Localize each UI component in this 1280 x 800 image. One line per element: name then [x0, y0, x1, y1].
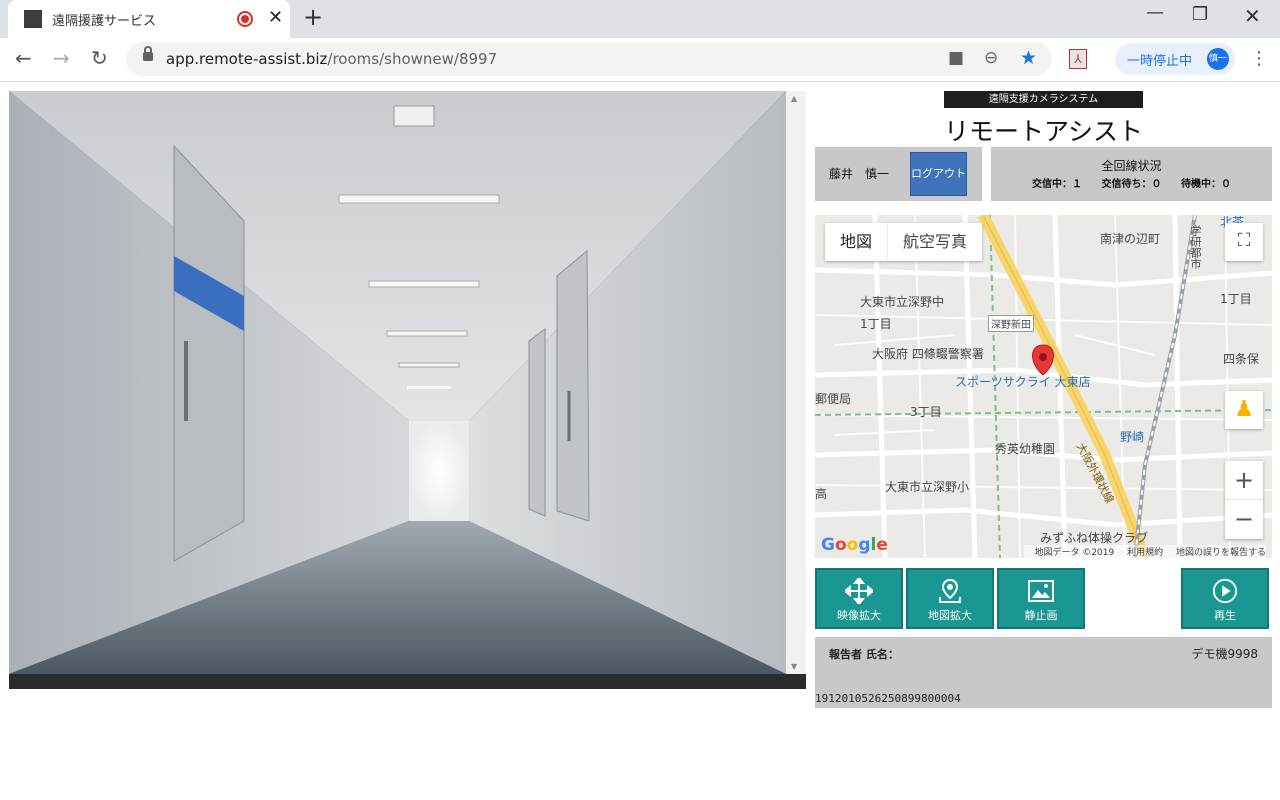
video-scrollbar[interactable]: ▲ ▼ [786, 91, 806, 674]
map-type-switch: 地図 航空写真 [825, 223, 983, 261]
recording-icon [237, 11, 253, 27]
image-icon [1028, 580, 1054, 602]
map-label: 郵便局 [815, 392, 852, 406]
map-label: 大東市立深野小 [885, 480, 970, 494]
map-label: スポーツサクライ 大東店 [955, 375, 1091, 389]
logout-button[interactable]: ログアウト [910, 152, 967, 196]
google-logo: Google [821, 535, 888, 555]
browser-menu-icon[interactable]: ⋮ [1250, 48, 1268, 69]
close-tab-icon[interactable]: ✕ [268, 7, 283, 28]
app-title: リモートアシスト [943, 117, 1143, 146]
session-id: 1912010526250899800004 [815, 692, 961, 705]
map-label: 学研都市 [1189, 225, 1202, 269]
map-zoom-button[interactable]: 地図拡大 [906, 568, 994, 629]
play-button[interactable]: 再生 [1181, 568, 1269, 629]
device-name: デモ機9998 [1191, 647, 1258, 661]
pegman-icon[interactable]: ♟ [1225, 391, 1263, 429]
map-terms-link[interactable]: 利用規約 [1127, 548, 1163, 558]
map-label: 高 [815, 487, 828, 501]
browser-tabstrip: 遠隔援護サービス ✕ + — ❐ ✕ [0, 0, 1280, 38]
google-map[interactable]: 地図 航空写真 南津の辺町 学研都市 北茶 大東市立深野中 1丁目 1丁目 深野… [815, 215, 1272, 558]
play-label: 再生 [1214, 609, 1236, 622]
line-status-stats: 交信中：１ 交信待ち：０ 待機中：０ [991, 175, 1272, 190]
map-label: 秀英幼稚園 [995, 442, 1056, 456]
video-zoom-label: 映像拡大 [837, 609, 881, 622]
map-label: 1丁目 [1220, 292, 1252, 306]
forward-icon[interactable]: → [53, 46, 70, 70]
paused-label: 一時停止中 [1127, 54, 1193, 69]
map-attribution: 地図データ ©2019 利用規約 地図の誤りを報告する [1024, 545, 1266, 558]
map-label: 3丁目 [910, 405, 942, 419]
tab-title: 遠隔援護サービス [52, 14, 157, 29]
move-arrows-icon [845, 578, 873, 604]
map-label: 1丁目 [860, 317, 892, 331]
map-label: 南津の辺町 [1100, 232, 1161, 246]
still-image-button[interactable]: 静止画 [997, 568, 1085, 629]
video-zoom-button[interactable]: 映像拡大 [815, 568, 903, 629]
camera-icon[interactable]: ■ [948, 48, 964, 68]
map-label: 野崎 [1120, 430, 1145, 444]
browser-tab[interactable]: 遠隔援護サービス ✕ [8, 0, 290, 38]
new-tab-icon[interactable]: + [303, 3, 323, 31]
play-icon [1212, 578, 1238, 604]
url-text[interactable]: app.remote-assist.biz/rooms/shownew/8997 [166, 50, 497, 68]
browser-toolbar: ← → ↻ app.remote-assist.biz/rooms/showne… [0, 38, 1280, 82]
url-path: /rooms/shownew/8997 [327, 50, 498, 68]
map-zoom-control: + − [1225, 461, 1263, 539]
fullscreen-icon[interactable]: ⛶ [1225, 223, 1263, 261]
map-data-credit: 地図データ ©2019 [1034, 548, 1115, 558]
back-icon[interactable]: ← [15, 46, 32, 70]
map-report-link[interactable]: 地図の誤りを報告する [1176, 548, 1266, 558]
camera-video[interactable] [9, 91, 786, 674]
map-type-satellite[interactable]: 航空写真 [887, 223, 982, 261]
pdf-extension-icon[interactable]: ⅄ [1069, 49, 1087, 69]
zoom-in-icon[interactable]: + [1225, 461, 1263, 500]
line-status-box: 全回線状況 交信中：１ 交信待ち：０ 待機中：０ [991, 147, 1272, 201]
action-buttons: 映像拡大 地図拡大 静止画 再生 [815, 568, 1272, 630]
minimize-icon[interactable]: — [1146, 2, 1164, 23]
in-call-count: 交信中：１ [1032, 179, 1083, 190]
line-status-title: 全回線状況 [1101, 159, 1162, 173]
reporter-panel: 報告者 氏名： デモ機9998 1912010526250899800004 [815, 637, 1272, 708]
bookmark-star-icon[interactable]: ★ [1020, 47, 1037, 69]
map-type-map[interactable]: 地図 [825, 223, 887, 261]
reload-icon[interactable]: ↻ [91, 46, 108, 70]
map-label: 大東市立深野中 [860, 295, 945, 309]
sync-paused-button[interactable]: 一時停止中 慎一 [1115, 43, 1235, 75]
reporter-name-label: 報告者 氏名： [829, 648, 899, 661]
window-close-icon[interactable]: ✕ [1244, 4, 1261, 28]
user-name: 藤井 慎一 [829, 167, 890, 181]
user-box: 藤井 慎一 ログアウト [815, 147, 982, 201]
map-pin-icon [939, 578, 961, 603]
scroll-up-icon[interactable]: ▲ [791, 94, 797, 103]
waiting-count: 交信待ち：０ [1101, 179, 1162, 190]
corridor-video-frame [9, 91, 786, 674]
zoom-icon[interactable]: ⊖ [984, 48, 998, 68]
favicon-icon [24, 10, 42, 28]
map-label: 大阪府 四條畷警察署 [872, 347, 984, 361]
scroll-down-icon[interactable]: ▼ [791, 662, 797, 671]
still-image-label: 静止画 [1024, 609, 1058, 622]
url-host: app.remote-assist.biz [166, 50, 328, 68]
zoom-out-icon[interactable]: − [1225, 500, 1263, 539]
standby-count: 待機中：０ [1180, 179, 1231, 190]
lock-icon[interactable] [143, 46, 153, 61]
system-badge: 遠隔支援カメラシステム [944, 91, 1143, 108]
map-label: 深野新田 [988, 315, 1034, 332]
profile-avatar: 慎一 [1207, 48, 1229, 70]
map-label: みずふね体操クラブ [1040, 531, 1149, 545]
video-pane: ▲ ▼ [9, 91, 806, 689]
map-label: 四条保 [1223, 352, 1260, 366]
map-zoom-label: 地図拡大 [928, 609, 972, 622]
address-bar[interactable]: app.remote-assist.biz/rooms/shownew/8997… [126, 42, 1052, 76]
restore-icon[interactable]: ❐ [1192, 4, 1208, 25]
